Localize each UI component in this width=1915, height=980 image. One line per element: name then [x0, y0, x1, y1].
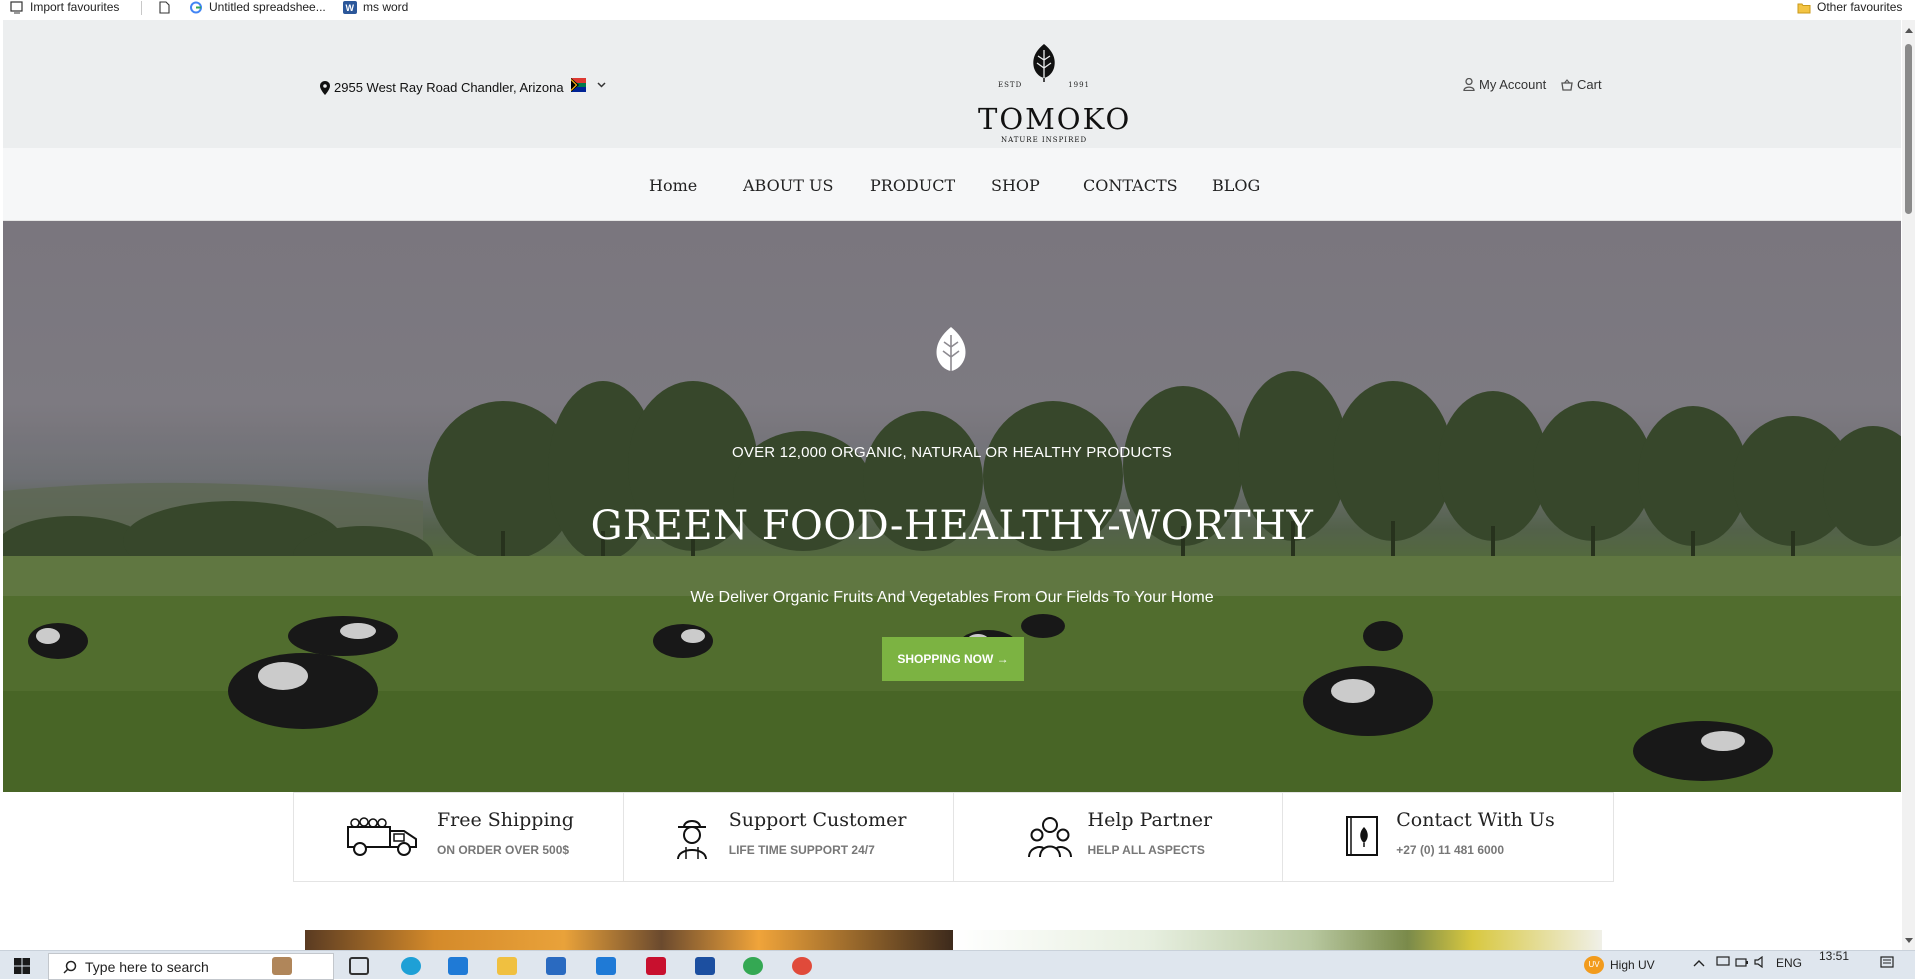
hero-subtext: We Deliver Organic Fruits And Vegetables…: [690, 589, 1214, 606]
features-strip: Free Shipping ON ORDER OVER 500$ Support…: [293, 792, 1614, 882]
feature-help-partner: Help Partner HELP ALL ASPECTS: [954, 793, 1284, 881]
search-icon: [63, 960, 77, 974]
nav-contacts[interactable]: CONTACTS: [1083, 176, 1178, 195]
feature-subtitle: +27 (0) 11 481 6000: [1396, 843, 1505, 857]
feature-title: Support Customer: [728, 809, 907, 831]
site-logo[interactable]: ESTD 1991 TOMOKO NATURE INSPIRED: [978, 44, 1129, 144]
cart-label: Cart: [1577, 77, 1602, 92]
scroll-up-arrow[interactable]: [1905, 28, 1913, 33]
shopping-now-button[interactable]: SHOPPING NOW →: [882, 637, 1024, 681]
feature-support-customer: Support Customer LIFE TIME SUPPORT 24/7: [624, 793, 954, 881]
nav-about-us[interactable]: ABOUT US: [743, 176, 833, 195]
notifications-icon[interactable]: [1880, 956, 1894, 971]
feature-subtitle: LIFE TIME SUPPORT 24/7: [728, 843, 875, 857]
weather-text: High UV: [1610, 958, 1655, 972]
svg-text:W: W: [346, 3, 355, 13]
store-icon[interactable]: [546, 957, 566, 975]
scroll-down-arrow[interactable]: [1905, 938, 1913, 943]
page-scrollbar[interactable]: [1902, 20, 1915, 950]
other-favourites[interactable]: Other favourites: [1797, 0, 1902, 14]
chevron-down-icon[interactable]: [597, 80, 606, 91]
chevron-up-icon[interactable]: [1693, 956, 1705, 970]
bookmark-spreadsheet[interactable]: Untitled spreadshee...: [189, 0, 326, 14]
uv-badge-icon: UV: [1584, 956, 1604, 974]
leaf-icon: [936, 327, 966, 371]
promo-image-pumpkins[interactable]: [305, 930, 953, 950]
windows-taskbar: Type here to search UV High UV ENG 13:51: [0, 949, 1915, 980]
hero-headline: GREEN FOOD-HEALTHY-WORTHY: [590, 503, 1314, 549]
bookmark-import-favourites[interactable]: Import favourites: [10, 0, 119, 14]
nav-home[interactable]: Home: [649, 176, 697, 195]
windows-start-icon[interactable]: [14, 958, 30, 974]
leaf-logo-icon: [1033, 44, 1055, 82]
feature-subtitle: HELP ALL ASPECTS: [1087, 843, 1205, 857]
bookmarks-bar: Import favourites Untitled spreadshee...…: [0, 0, 1915, 18]
chrome-icon[interactable]: [743, 957, 763, 975]
clock-time[interactable]: 13:51: [1819, 949, 1849, 963]
volume-icon[interactable]: [1754, 955, 1768, 971]
flag-icon[interactable]: [571, 78, 586, 92]
folder-icon: [1797, 3, 1811, 13]
bookmark-label: Import favourites: [30, 0, 120, 14]
address-text: 2955 West Ray Road Chandler, Arizona: [334, 80, 564, 95]
page-icon: [159, 0, 170, 14]
feature-title: Free Shipping: [437, 809, 574, 831]
bookmark-ms-word[interactable]: W ms word: [343, 0, 408, 14]
people-icon: [1027, 817, 1072, 857]
logo-year: 1991: [1068, 81, 1090, 89]
search-highlight-icon[interactable]: [272, 957, 292, 975]
user-icon: [1463, 78, 1475, 91]
bookmark-divider: [141, 1, 142, 15]
location-pin-icon: [320, 80, 330, 95]
vscode-icon[interactable]: [448, 957, 468, 975]
language-indicator[interactable]: ENG: [1776, 956, 1802, 970]
feature-title: Contact With Us: [1396, 809, 1555, 831]
bookmark-label: Untitled spreadshee...: [209, 0, 326, 14]
store-address: 2955 West Ray Road Chandler, Arizona: [320, 80, 564, 95]
edge-icon[interactable]: [401, 957, 421, 975]
feature-contact-with-us: Contact With Us +27 (0) 11 481 6000: [1283, 793, 1613, 881]
bookmark-label: ms word: [363, 0, 409, 14]
word-icon: W: [343, 0, 357, 14]
bookmark-page[interactable]: [157, 0, 171, 14]
logo-name: TOMOKO: [978, 102, 1132, 136]
main-navigation: Home ABOUT US PRODUCT SHOP CONTACTS BLOG: [3, 148, 1901, 221]
app-blue-icon[interactable]: [695, 957, 715, 975]
scrollbar-thumb[interactable]: [1905, 44, 1912, 214]
feature-title: Help Partner: [1087, 809, 1213, 831]
google-icon: [190, 1, 202, 13]
app-orange-icon[interactable]: [792, 957, 812, 975]
hero-banner: OVER 12,000 ORGANIC, NATURAL OR HEALTHY …: [3, 221, 1901, 792]
app-red-icon[interactable]: [646, 957, 666, 975]
top-header: 2955 West Ray Road Chandler, Arizona EST…: [3, 20, 1901, 148]
nav-shop[interactable]: SHOP: [991, 176, 1040, 195]
hero-eyebrow: OVER 12,000 ORGANIC, NATURAL OR HEALTHY …: [732, 444, 1172, 461]
book-icon: [1346, 816, 1379, 856]
other-favourites-label: Other favourites: [1817, 0, 1903, 14]
search-placeholder: Type here to search: [85, 958, 209, 975]
weather-widget[interactable]: UV High UV: [1584, 956, 1655, 974]
task-view-icon[interactable]: [349, 957, 369, 975]
nav-product[interactable]: PRODUCT: [870, 176, 955, 195]
farmer-icon: [676, 820, 707, 859]
logo-tagline: NATURE INSPIRED: [1000, 136, 1088, 144]
basket-icon: [1561, 78, 1573, 91]
network-icon[interactable]: [1716, 956, 1730, 971]
promo-image-vegetables[interactable]: [954, 930, 1602, 950]
feature-subtitle: ON ORDER OVER 500$: [437, 843, 570, 857]
feature-free-shipping: Free Shipping ON ORDER OVER 500$: [294, 793, 624, 881]
file-explorer-icon[interactable]: [497, 957, 517, 975]
cart-link[interactable]: Cart: [1561, 77, 1602, 92]
webpage: 2955 West Ray Road Chandler, Arizona EST…: [3, 20, 1901, 950]
my-account-link[interactable]: My Account: [1463, 77, 1546, 92]
battery-icon[interactable]: [1735, 956, 1749, 971]
nav-blog[interactable]: BLOG: [1212, 176, 1260, 195]
mail-icon[interactable]: [596, 957, 616, 975]
import-icon: [10, 0, 23, 13]
my-account-label: My Account: [1479, 77, 1547, 92]
logo-estd: ESTD: [998, 81, 1023, 89]
truck-icon: [347, 817, 417, 856]
